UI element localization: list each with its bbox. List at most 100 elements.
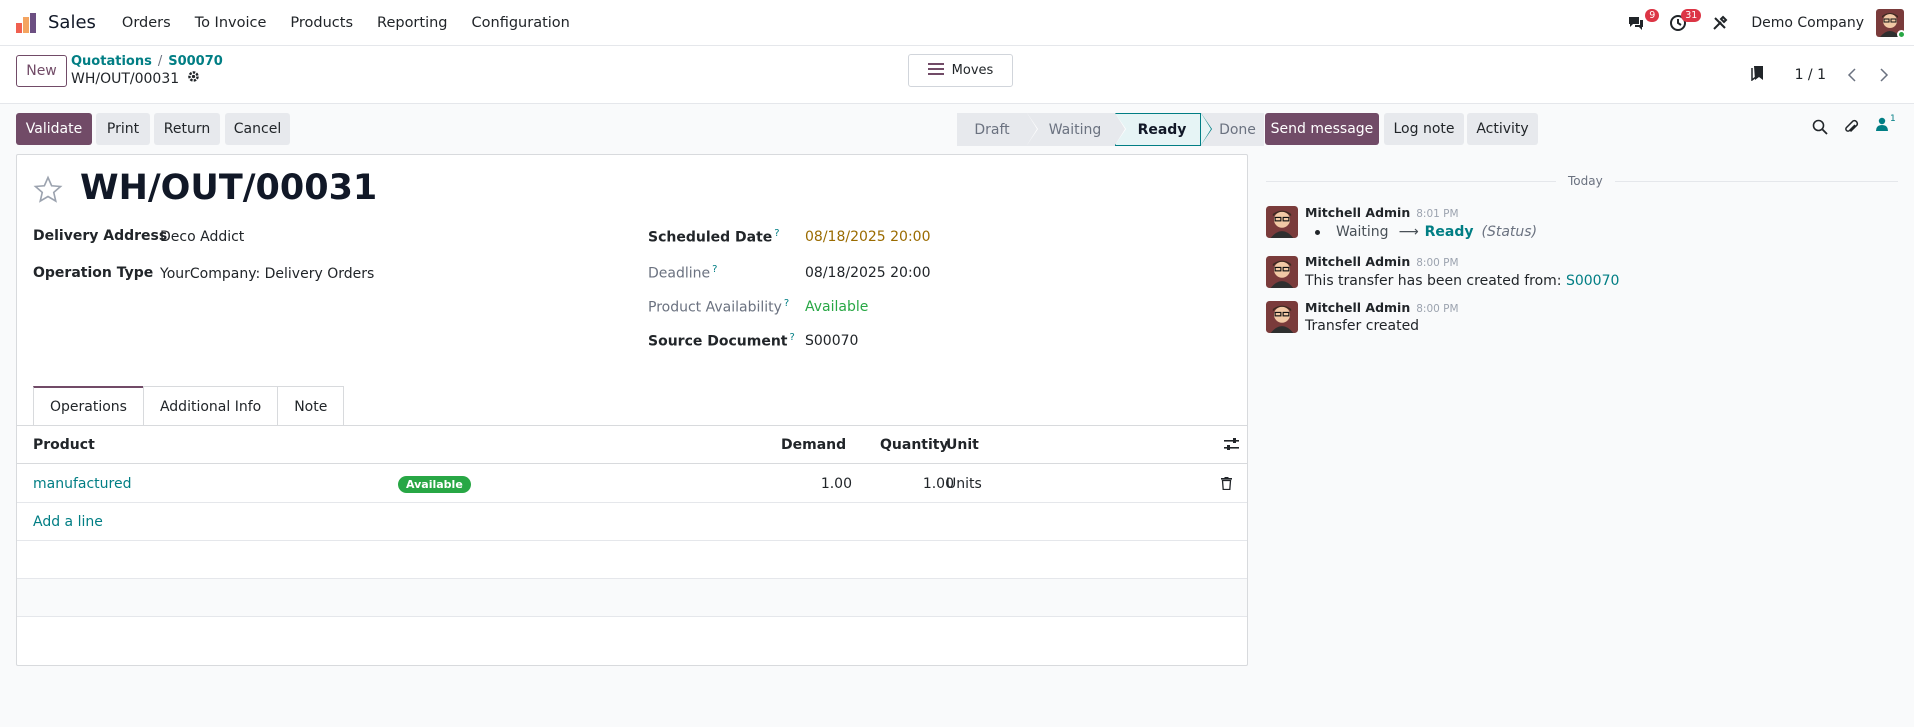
operation-type-field[interactable]: YourCompany: Delivery Orders <box>160 266 374 282</box>
breadcrumb-order[interactable]: S00070 <box>168 54 223 69</box>
author-avatar[interactable] <box>1266 256 1298 288</box>
column-settings-icon[interactable] <box>1224 438 1239 455</box>
followers-button[interactable]: 1 <box>1876 114 1896 131</box>
record-name-label: WH/OUT/00031 <box>71 70 180 87</box>
add-a-line-link[interactable]: Add a line <box>33 514 103 530</box>
control-panel: New Quotations / S00070 WH/OUT/00031 Moves… <box>0 46 1914 104</box>
sales-app-icon[interactable] <box>14 11 38 35</box>
deadline-label: Deadline? <box>648 264 718 282</box>
column-product[interactable]: Product <box>33 437 95 453</box>
notebook-tabs: Operations Additional Info Note <box>33 386 345 426</box>
table-row[interactable]: manufactured Available 1.00 1.00 Units <box>17 465 1247 503</box>
validate-button[interactable]: Validate <box>16 113 92 145</box>
tracking-field-name: (Status) <box>1481 224 1538 240</box>
column-quantity[interactable]: Quantity <box>880 437 949 453</box>
add-line-row: Add a line <box>17 503 1247 541</box>
pager: 1 / 1 <box>1750 46 1914 104</box>
moves-label: Moves <box>951 63 994 78</box>
list-icon <box>927 62 944 79</box>
stage-ready[interactable]: Ready <box>1115 113 1212 146</box>
menu-reporting[interactable]: Reporting <box>365 15 460 31</box>
debug-tools-icon[interactable] <box>1705 8 1735 38</box>
user-icon <box>1876 117 1888 131</box>
pager-next-icon[interactable] <box>1870 61 1898 89</box>
messages-badge: 9 <box>1645 9 1660 22</box>
stage-waiting[interactable]: Waiting <box>1027 113 1126 146</box>
author-avatar[interactable] <box>1266 206 1298 238</box>
record-title: WH/OUT/00031 <box>80 168 378 208</box>
tab-note[interactable]: Note <box>277 386 345 426</box>
navbar-systray: 9 31 Demo Company <box>1621 0 1914 46</box>
menu-configuration[interactable]: Configuration <box>460 15 582 31</box>
followers-count: 1 <box>1890 114 1896 124</box>
tracking-new-value: Ready <box>1424 224 1474 240</box>
return-button[interactable]: Return <box>154 113 220 145</box>
operations-table-header: Product Demand Quantity Unit <box>17 426 1247 464</box>
tab-operations[interactable]: Operations <box>33 386 144 426</box>
pager-value[interactable]: 1 / 1 <box>1795 67 1826 83</box>
unit-cell[interactable]: Units <box>946 476 982 492</box>
message-time: 8:00 PM <box>1416 257 1459 269</box>
priority-star-icon[interactable] <box>33 175 63 209</box>
source-document-label: Source Document? <box>648 332 795 350</box>
availability-badge: Available <box>398 476 471 493</box>
source-order-link[interactable]: S00070 <box>1566 273 1619 289</box>
tab-additional-info[interactable]: Additional Info <box>142 386 279 426</box>
scheduled-date-label: Scheduled Date? <box>648 228 780 246</box>
empty-row <box>17 579 1247 617</box>
source-document-field[interactable]: S00070 <box>805 333 858 349</box>
empty-row <box>17 541 1247 579</box>
scheduled-date-field[interactable]: 08/18/2025 20:00 <box>805 229 931 245</box>
statusbar: Draft Waiting Ready Done <box>957 113 1264 146</box>
demand-cell[interactable]: 1.00 <box>777 476 852 492</box>
author-avatar[interactable] <box>1266 301 1298 333</box>
new-button[interactable]: New <box>16 55 67 87</box>
bookmark-icon[interactable] <box>1750 65 1765 85</box>
column-unit[interactable]: Unit <box>946 437 979 453</box>
log-note-button[interactable]: Log note <box>1384 113 1464 145</box>
search-icon[interactable] <box>1812 119 1828 139</box>
message-author: Mitchell Admin 8:00 PM <box>1305 300 1459 315</box>
delivery-address-field[interactable]: Deco Addict <box>160 229 244 245</box>
product-availability-label: Product Availability? <box>648 298 790 316</box>
print-button[interactable]: Print <box>96 113 150 145</box>
message-time: 8:00 PM <box>1416 303 1459 315</box>
activity-button[interactable]: Activity <box>1467 113 1538 145</box>
menu-orders[interactable]: Orders <box>110 15 183 31</box>
arrow-right-icon: ⟶ <box>1398 224 1419 240</box>
quantity-cell[interactable]: 1.00 <box>877 476 954 492</box>
app-name[interactable]: Sales <box>48 12 96 33</box>
breadcrumb-quotations[interactable]: Quotations <box>71 54 152 69</box>
messages-icon[interactable]: 9 <box>1621 8 1660 38</box>
record-name: WH/OUT/00031 <box>71 70 200 87</box>
gear-icon[interactable] <box>187 70 200 87</box>
menu-products[interactable]: Products <box>278 15 365 31</box>
company-switcher[interactable]: Demo Company <box>1751 15 1864 31</box>
cancel-button[interactable]: Cancel <box>225 113 290 145</box>
deadline-field[interactable]: 08/18/2025 20:00 <box>805 265 931 281</box>
breadcrumb: Quotations / S00070 <box>71 54 223 69</box>
menu-to-invoice[interactable]: To Invoice <box>183 15 279 31</box>
delete-row-icon[interactable] <box>1221 477 1232 494</box>
empty-row <box>17 617 1247 655</box>
delivery-address-label: Delivery Address <box>33 228 168 244</box>
message-body: This transfer has been created from: S00… <box>1305 273 1620 289</box>
main-menu: Orders To Invoice Products Reporting Con… <box>110 15 582 31</box>
product-cell[interactable]: manufactured <box>33 476 131 492</box>
pager-previous-icon[interactable] <box>1838 61 1866 89</box>
stage-draft[interactable]: Draft <box>957 113 1038 146</box>
product-availability-field: Available <box>805 299 869 315</box>
moves-smart-button[interactable]: Moves <box>908 54 1013 87</box>
send-message-button[interactable]: Send message <box>1265 113 1379 145</box>
date-separator: Today <box>1266 174 1898 188</box>
activities-badge: 31 <box>1681 9 1702 22</box>
operation-type-label: Operation Type <box>33 265 154 281</box>
date-separator-label: Today <box>1556 174 1615 188</box>
user-avatar[interactable] <box>1876 9 1906 39</box>
tracking-old-value: Waiting <box>1336 224 1389 240</box>
column-demand[interactable]: Demand <box>781 437 846 453</box>
activities-icon[interactable]: 31 <box>1663 8 1702 38</box>
message-time: 8:01 PM <box>1416 208 1459 220</box>
paperclip-icon[interactable] <box>1843 119 1859 139</box>
top-navbar: Sales Orders To Invoice Products Reporti… <box>0 0 1914 46</box>
